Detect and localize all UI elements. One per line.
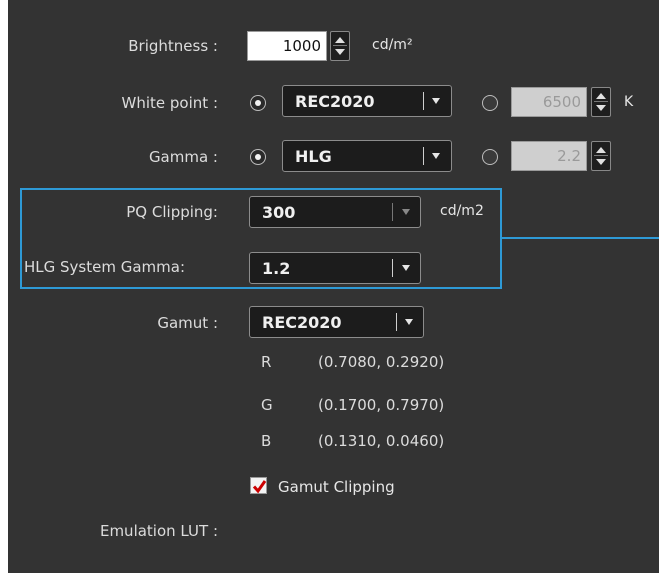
gamma-custom-input[interactable]: 2.2 (511, 141, 587, 171)
primary-coords-b: (0.1310, 0.0460) (318, 432, 445, 450)
gamma-dropdown[interactable]: HLG (282, 140, 452, 172)
brightness-unit: cd/m² (372, 37, 413, 53)
white-point-stepper[interactable] (591, 87, 611, 117)
gamut-clipping-checkbox[interactable] (250, 477, 267, 494)
gamut-dropdown-value: REC2020 (262, 313, 342, 332)
chevron-down-icon (405, 319, 413, 325)
highlight-callout-line (502, 237, 659, 239)
primary-channel-b: B (261, 432, 272, 450)
hlg-system-gamma-dropdown[interactable]: 1.2 (249, 252, 421, 284)
gamma-preset-radio[interactable] (250, 149, 266, 165)
chevron-down-icon (402, 265, 410, 271)
pq-clipping-dropdown[interactable]: 300 (249, 196, 421, 228)
white-point-dropdown-value: REC2020 (295, 92, 375, 111)
stepper-up-icon[interactable] (335, 37, 345, 43)
gamut-dropdown[interactable]: REC2020 (249, 306, 424, 338)
white-point-preset-radio[interactable] (250, 95, 266, 111)
white-point-label: White point : (121, 94, 218, 112)
pq-clipping-unit: cd/m2 (440, 203, 484, 219)
gamma-custom-radio[interactable] (482, 149, 498, 165)
stepper-up-icon[interactable] (596, 147, 606, 153)
stepper-down-icon[interactable] (596, 105, 606, 111)
gamma-dropdown-value: HLG (295, 147, 332, 166)
brightness-stepper[interactable] (330, 31, 350, 61)
primary-channel-g: G (261, 396, 273, 414)
primary-coords-g: (0.1700, 0.7970) (318, 396, 445, 414)
white-point-unit: K (624, 94, 634, 110)
primary-channel-r: R (261, 353, 272, 371)
stepper-down-icon[interactable] (335, 49, 345, 55)
primary-coords-r: (0.7080, 0.2920) (318, 353, 445, 371)
hlg-system-gamma-label: HLG System Gamma: (24, 258, 186, 276)
white-point-custom-radio[interactable] (482, 95, 498, 111)
gamut-label: Gamut : (157, 314, 218, 332)
brightness-input[interactable]: 1000 (247, 31, 327, 61)
chevron-down-icon (432, 98, 440, 104)
brightness-label: Brightness : (128, 37, 218, 55)
chevron-down-icon (432, 153, 440, 159)
emulation-lut-label: Emulation LUT : (99, 522, 218, 540)
gamma-label: Gamma : (148, 148, 218, 166)
stepper-down-icon[interactable] (596, 159, 606, 165)
pq-clipping-value: 300 (262, 203, 296, 222)
stepper-up-icon[interactable] (596, 93, 606, 99)
gamut-clipping-label[interactable]: Gamut Clipping (278, 478, 395, 496)
pq-clipping-label: PQ Clipping: (126, 203, 218, 221)
hlg-system-gamma-value: 1.2 (262, 259, 291, 278)
white-point-dropdown[interactable]: REC2020 (282, 85, 452, 117)
gamma-stepper[interactable] (591, 141, 611, 171)
checkmark-icon (252, 480, 267, 494)
chevron-down-icon (402, 209, 410, 215)
white-point-custom-input[interactable]: 6500 (511, 87, 587, 117)
